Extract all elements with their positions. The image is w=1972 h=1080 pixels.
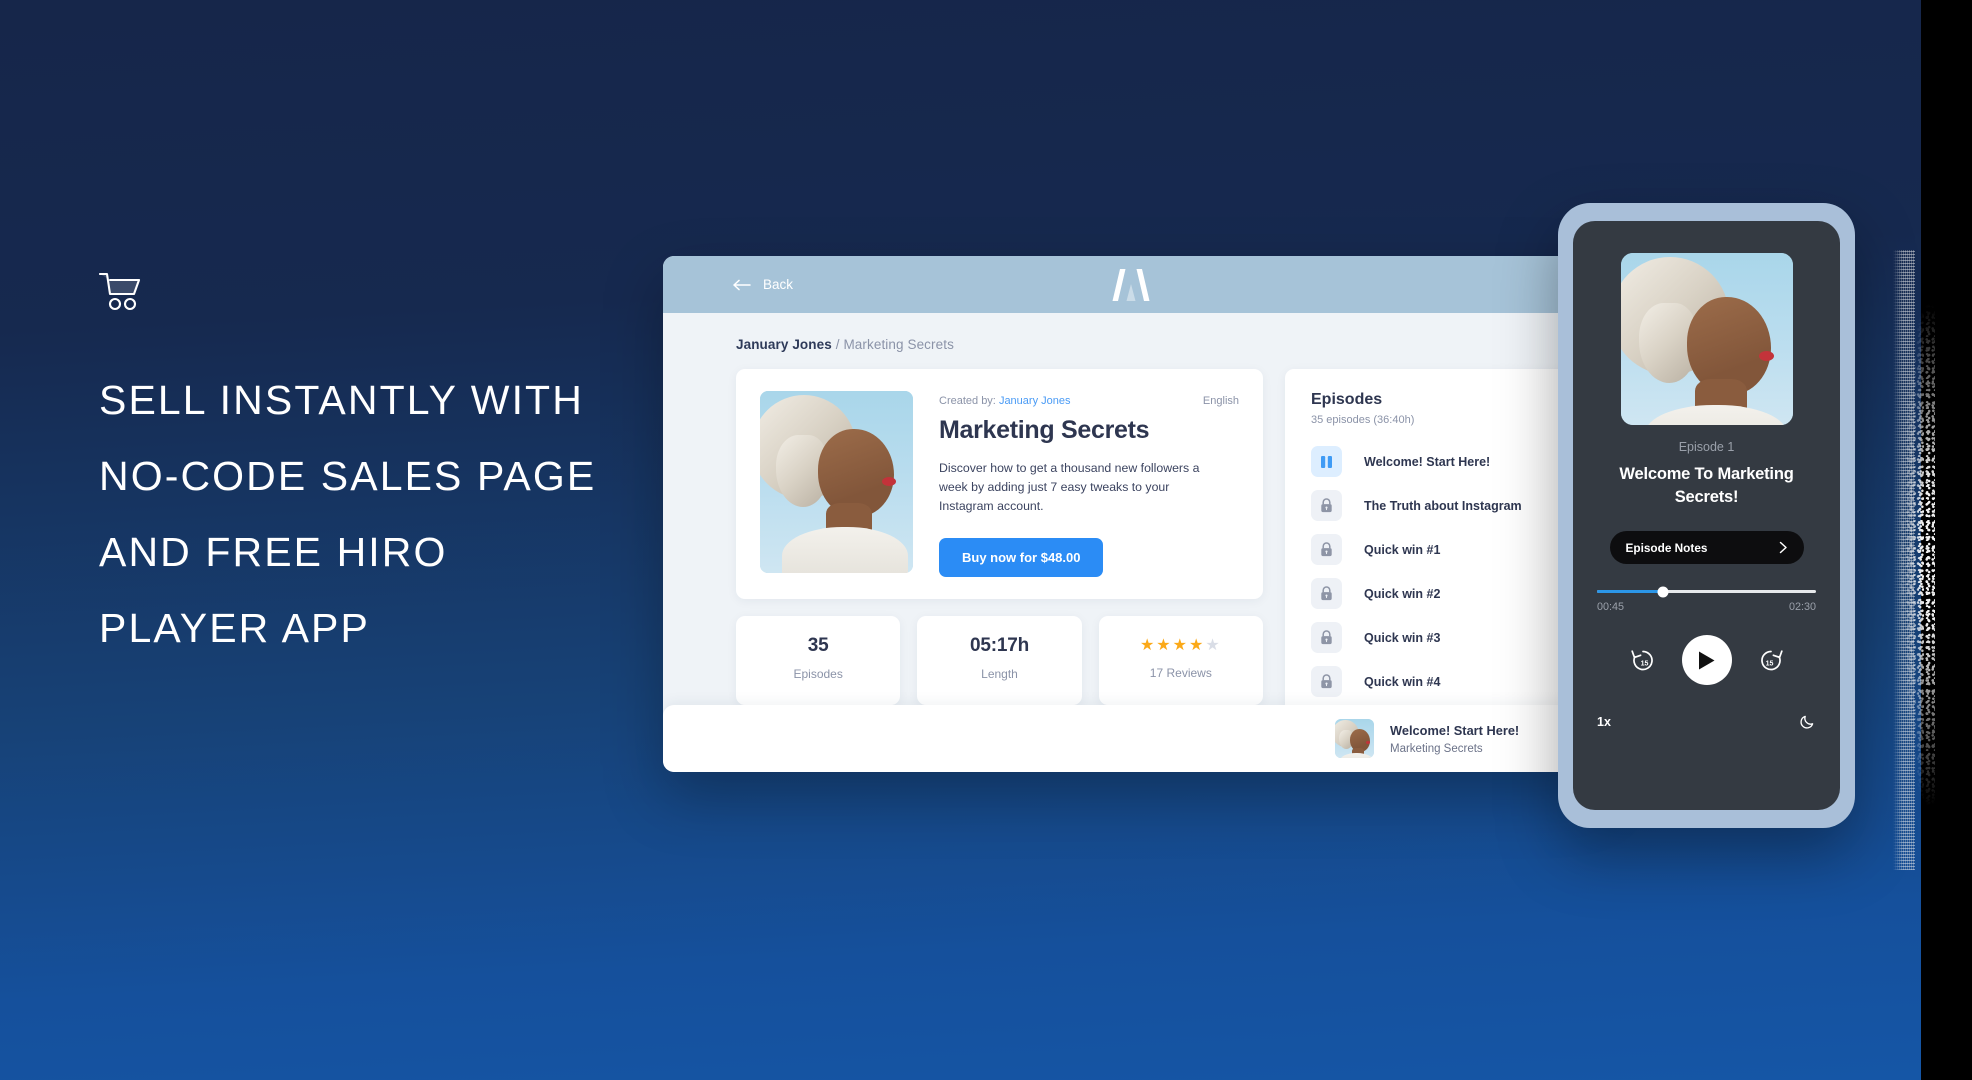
star-filled-icon: ★ xyxy=(1156,637,1173,654)
product-title: Marketing Secrets xyxy=(939,416,1150,444)
moon-icon[interactable] xyxy=(1799,713,1816,730)
stat-value: 05:17h xyxy=(969,635,1029,656)
hero-headline: SELL INSTANTLY WITH NO-CODE SALES PAGE A… xyxy=(99,377,597,651)
episode-locked-badge xyxy=(1311,578,1342,609)
lock-icon xyxy=(1321,630,1332,645)
mini-player-bar: Welcome! Start Here! Marketing Secrets 1… xyxy=(663,705,1598,772)
breadcrumb-separator: / xyxy=(835,337,840,352)
lock-icon xyxy=(1321,674,1332,689)
episode-row[interactable]: Quick win #2 xyxy=(1311,578,1598,609)
episode-row[interactable]: The Truth about Instagram xyxy=(1311,490,1598,521)
breadcrumb-owner[interactable]: January Jones xyxy=(736,337,832,352)
product-cover-image xyxy=(760,391,913,573)
episode-locked-badge xyxy=(1311,534,1342,565)
phone-progress-fill xyxy=(1597,590,1663,593)
play-icon xyxy=(1699,651,1715,669)
stat-value: 35 xyxy=(807,635,829,656)
breadcrumb: January Jones / Marketing Secrets xyxy=(736,337,1598,352)
episode-title: Quick win #2 xyxy=(1364,586,1441,601)
phone-mockup: Episode 1 Welcome To Marketing Secrets! … xyxy=(1558,203,1855,828)
episodes-panel-title: Episodes xyxy=(1311,391,1383,408)
rewind-15-icon[interactable]: 15 xyxy=(1628,645,1658,675)
phone-episode-title: Welcome To Marketing Secrets! xyxy=(1619,465,1794,506)
phone-progress-bar[interactable] xyxy=(1597,586,1816,597)
mini-player-thumbnail xyxy=(1335,719,1374,758)
chevron-right-icon xyxy=(1779,541,1787,554)
portrait-artwork-phone xyxy=(1620,253,1793,425)
created-by-label: Created by: xyxy=(939,395,996,407)
episode-notes-button[interactable]: Episode Notes xyxy=(1609,531,1804,564)
star-filled-icon: ★ xyxy=(1188,637,1206,654)
forward-15-label: 15 xyxy=(1765,661,1773,668)
portrait-artwork-thumb xyxy=(1335,719,1374,758)
back-button-label: Back xyxy=(763,277,794,292)
episode-row[interactable]: Quick win #4 xyxy=(1311,666,1598,697)
app-header-bar: Back xyxy=(663,256,1598,313)
episode-playing-badge xyxy=(1311,446,1342,477)
episode-notes-label: Episode Notes xyxy=(1625,540,1708,555)
pause-icon xyxy=(1321,455,1332,468)
stat-card-episodes: 35 Episodes xyxy=(736,616,901,705)
product-card: Created by: January Jones English Market… xyxy=(736,369,1263,599)
desktop-app-window: Back January Jones / Marketing Secrets C… xyxy=(663,256,1598,772)
star-empty-icon: ★ xyxy=(1205,637,1222,654)
edge-noise-texture-inner xyxy=(1893,250,1915,870)
episode-locked-badge xyxy=(1311,666,1342,697)
hiro-logo-icon xyxy=(1112,269,1149,301)
stat-card-length: 05:17h Length xyxy=(917,616,1082,705)
phone-cover-image xyxy=(1620,253,1793,425)
episodes-panel-subtitle: 35 episodes (36:40h) xyxy=(1311,414,1415,426)
product-meta-top: Created by: January Jones English xyxy=(939,395,1239,407)
phone-time-row: 00:45 02:30 xyxy=(1597,601,1816,613)
language-label: English xyxy=(1202,395,1239,407)
arrow-left-icon xyxy=(733,279,751,290)
stats-row: 35 Episodes 05:17h Length ★★★★★ 17 Revie… xyxy=(736,616,1263,705)
episode-title: Quick win #1 xyxy=(1364,542,1441,557)
episode-row[interactable]: Welcome! Start Here! xyxy=(1311,446,1598,477)
hero-copy-block: SELL INSTANTLY WITH NO-CODE SALES PAGE A… xyxy=(99,272,619,666)
phone-screen: Episode 1 Welcome To Marketing Secrets! … xyxy=(1573,221,1840,810)
rating-stars: ★★★★★ xyxy=(1099,635,1263,656)
phone-progress-area: 00:45 02:30 xyxy=(1597,586,1816,613)
episode-title: Welcome! Start Here! xyxy=(1364,454,1491,469)
created-by: Created by: January Jones xyxy=(939,395,1070,407)
lock-icon xyxy=(1321,586,1332,601)
lock-icon xyxy=(1321,542,1332,557)
creator-link[interactable]: January Jones xyxy=(999,395,1071,407)
reviews-label: 17 Reviews xyxy=(1149,666,1212,680)
back-button[interactable]: Back xyxy=(733,277,793,292)
episode-row[interactable]: Quick win #3 xyxy=(1311,622,1598,653)
buy-now-button[interactable]: Buy now for $48.00 xyxy=(939,538,1104,577)
portrait-artwork xyxy=(760,391,913,573)
product-meta: Created by: January Jones English Market… xyxy=(939,391,1239,577)
phone-elapsed: 00:45 xyxy=(1597,601,1625,613)
episode-row[interactable]: Quick win #1 xyxy=(1311,534,1598,565)
episode-locked-badge xyxy=(1311,490,1342,521)
episodes-list: Welcome! Start Here! The Truth about Inst… xyxy=(1311,446,1598,697)
episode-locked-badge xyxy=(1311,622,1342,653)
star-filled-icon: ★ xyxy=(1172,637,1189,654)
product-description: Discover how to get a thousand new follo… xyxy=(939,461,1200,513)
play-button[interactable] xyxy=(1681,635,1732,685)
phone-total: 02:30 xyxy=(1788,601,1816,613)
episode-title: Quick win #4 xyxy=(1364,674,1441,689)
rewind-15-label: 15 xyxy=(1640,661,1648,668)
playback-speed-button[interactable]: 1x xyxy=(1597,715,1611,729)
episode-title: The Truth about Instagram xyxy=(1364,498,1522,513)
forward-15-icon[interactable]: 15 xyxy=(1756,645,1786,675)
breadcrumb-current: Marketing Secrets xyxy=(843,337,954,352)
stat-card-rating: ★★★★★ 17 Reviews xyxy=(1098,616,1263,705)
star-filled-icon: ★ xyxy=(1139,637,1157,654)
phone-progress-knob[interactable] xyxy=(1657,586,1669,597)
lock-icon xyxy=(1321,498,1332,513)
phone-footer-controls: 1x xyxy=(1597,713,1816,730)
shopping-cart-icon xyxy=(99,272,141,311)
stat-label: Episodes xyxy=(793,667,843,681)
stat-label: Length xyxy=(981,667,1018,681)
episode-title: Quick win #3 xyxy=(1364,630,1441,645)
screenshot-stage: SELL INSTANTLY WITH NO-CODE SALES PAGE A… xyxy=(0,0,1972,1080)
phone-transport-controls: 15 15 xyxy=(1597,635,1816,685)
phone-episode-number: Episode 1 xyxy=(1678,440,1735,454)
